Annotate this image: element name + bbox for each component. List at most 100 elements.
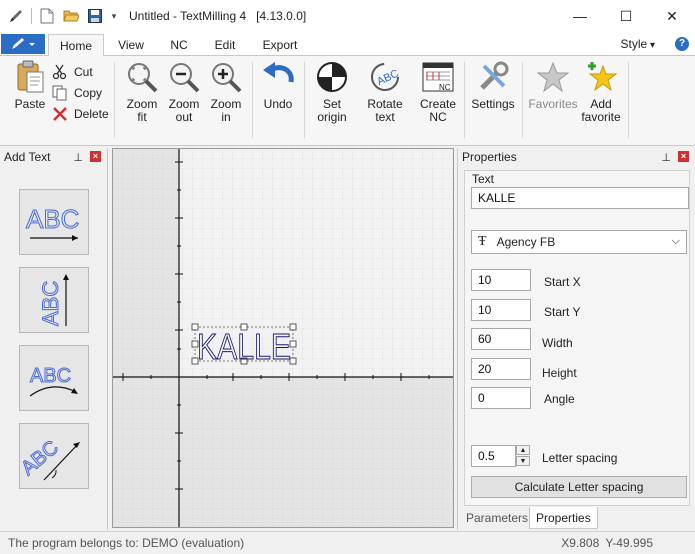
create-nc-label-2: NC — [429, 110, 447, 124]
undo-arrow-icon — [263, 62, 294, 83]
tab-parameters[interactable]: Parameters — [460, 507, 534, 529]
ribbon-divider — [464, 62, 465, 138]
panel-close-icon[interactable]: × — [678, 151, 689, 162]
copy-label: Copy — [74, 86, 103, 100]
minimize-button[interactable]: — — [557, 0, 603, 32]
start-x-input[interactable]: 10 — [471, 269, 531, 291]
tab-export[interactable]: Export — [252, 34, 308, 56]
pin-icon[interactable]: ⊥ — [73, 151, 83, 164]
settings-button[interactable]: Settings — [470, 60, 516, 111]
ribbon-divider — [304, 62, 305, 138]
calculate-letter-spacing-button[interactable]: Calculate Letter spacing — [471, 476, 687, 498]
zoom-in-button[interactable]: Zoom in — [206, 60, 246, 124]
close-button[interactable]: ✕ — [649, 0, 695, 32]
app-pen-icon[interactable] — [6, 6, 26, 26]
zoom-in-label-2: in — [221, 110, 231, 124]
open-folder-icon[interactable] — [61, 6, 81, 26]
style-dropdown[interactable]: Style — [621, 37, 656, 51]
help-icon[interactable]: ? — [675, 37, 689, 51]
delete-x-icon — [53, 107, 67, 121]
zoom-fit-button[interactable]: Zoom fit — [120, 60, 164, 124]
zoom-fit-icon — [128, 63, 158, 93]
customize-quick-access-icon[interactable]: ▾ — [109, 6, 119, 26]
pin-icon[interactable]: ⊥ — [661, 151, 671, 164]
undo-label: Undo — [263, 97, 293, 111]
drawing-canvas[interactable]: KALLE — [112, 148, 454, 528]
spin-up-icon[interactable]: ▲ — [516, 445, 530, 455]
delete-button[interactable]: Delete — [52, 105, 109, 123]
tab-home[interactable]: Home — [48, 34, 104, 57]
spin-down-icon[interactable]: ▼ — [516, 456, 530, 466]
new-file-icon[interactable] — [37, 6, 57, 26]
undo-button[interactable]: Undo — [258, 60, 298, 111]
add-arc-text-button[interactable]: ABC — [19, 345, 89, 411]
create-nc-icon: NC — [422, 62, 454, 92]
svg-text:NC: NC — [439, 83, 451, 92]
chevron-down-icon: ⌵ — [671, 235, 680, 247]
zoom-out-button[interactable]: Zoom out — [164, 60, 204, 124]
create-nc-button[interactable]: NC Create NC — [416, 60, 460, 124]
height-input[interactable]: 20 — [471, 358, 531, 380]
svg-text:ABC: ABC — [375, 68, 401, 88]
set-origin-button[interactable]: Set origin — [310, 60, 354, 124]
add-favorite-button[interactable]: Add favorite — [578, 60, 624, 124]
svg-text:ABC: ABC — [38, 281, 63, 326]
tab-properties[interactable]: Properties — [529, 507, 598, 529]
letter-spacing-label: Letter spacing — [542, 451, 618, 465]
tab-nc[interactable]: NC — [158, 34, 200, 56]
rotate-text-button[interactable]: ABC Rotate text — [362, 60, 408, 124]
zoom-out-label-2: out — [175, 110, 193, 124]
add-star-icon — [588, 62, 618, 92]
ribbon-divider — [114, 62, 115, 138]
save-icon[interactable] — [85, 6, 105, 26]
scissors-icon — [52, 64, 67, 80]
truetype-font-icon: Ŧ — [478, 234, 487, 249]
add-favorite-label-2: favorite — [581, 110, 621, 124]
ribbon-divider — [628, 62, 629, 138]
horizontal-text-icon: ABC — [26, 204, 80, 241]
application-menu-button[interactable] — [1, 34, 45, 54]
add-text-panel-title: Add Text — [4, 150, 51, 164]
star-icon — [536, 61, 570, 93]
copy-button[interactable]: Copy — [52, 84, 102, 102]
add-text-panel-header: Add Text ⊥ × — [0, 148, 107, 166]
tab-edit[interactable]: Edit — [204, 34, 246, 56]
delete-label: Delete — [74, 107, 109, 121]
ribbon-divider — [522, 62, 523, 138]
paste-label: Paste — [14, 97, 46, 111]
svg-text:ABC: ABC — [22, 437, 63, 480]
canvas-svg: KALLE — [113, 149, 453, 527]
zoom-fit-label-2: fit — [137, 110, 147, 124]
add-vertical-text-button[interactable]: ABC — [19, 267, 89, 333]
clipboard-icon — [17, 60, 44, 93]
add-text-panel: Add Text ⊥ × ABC ABC ABC ABC — [0, 148, 108, 530]
svg-text:ABC: ABC — [30, 365, 71, 387]
zoom-out-icon — [170, 63, 200, 93]
zoom-in-label-1: Zoom — [210, 97, 242, 111]
title-bar: ▾ Untitled - TextMilling 4 [4.13.0.0] — … — [0, 0, 695, 32]
panel-close-icon[interactable]: × — [90, 151, 101, 162]
cut-button[interactable]: Cut — [52, 63, 93, 81]
zoom-in-icon — [212, 63, 242, 93]
add-angled-text-button[interactable]: ABC — [19, 423, 89, 489]
ribbon-tab-bar: Home View NC Edit Export Style ? — [0, 32, 695, 57]
paste-button[interactable]: Paste — [10, 60, 50, 111]
set-origin-label-2: origin — [317, 110, 347, 124]
font-select[interactable]: Ŧ Agency FB ⌵ — [471, 230, 687, 254]
ribbon-divider — [252, 62, 253, 138]
canvas-text-kalle[interactable]: KALLE — [197, 326, 292, 368]
text-input[interactable]: KALLE — [471, 187, 689, 209]
tab-view[interactable]: View — [108, 34, 154, 56]
favorites-button[interactable]: Favorites — [528, 60, 578, 111]
maximize-button[interactable]: ☐ — [603, 0, 649, 32]
copy-icon — [52, 85, 67, 101]
add-horizontal-text-button[interactable]: ABC — [19, 189, 89, 255]
text-label: Text — [472, 172, 495, 186]
window-controls: — ☐ ✕ — [557, 0, 695, 32]
letter-spacing-input[interactable]: 0.5 — [471, 445, 516, 467]
start-y-input[interactable]: 10 — [471, 299, 531, 321]
width-label: Width — [542, 336, 573, 350]
width-input[interactable]: 60 — [471, 328, 531, 350]
angle-input[interactable]: 0 — [471, 387, 531, 409]
properties-panel-title: Properties — [462, 150, 517, 164]
